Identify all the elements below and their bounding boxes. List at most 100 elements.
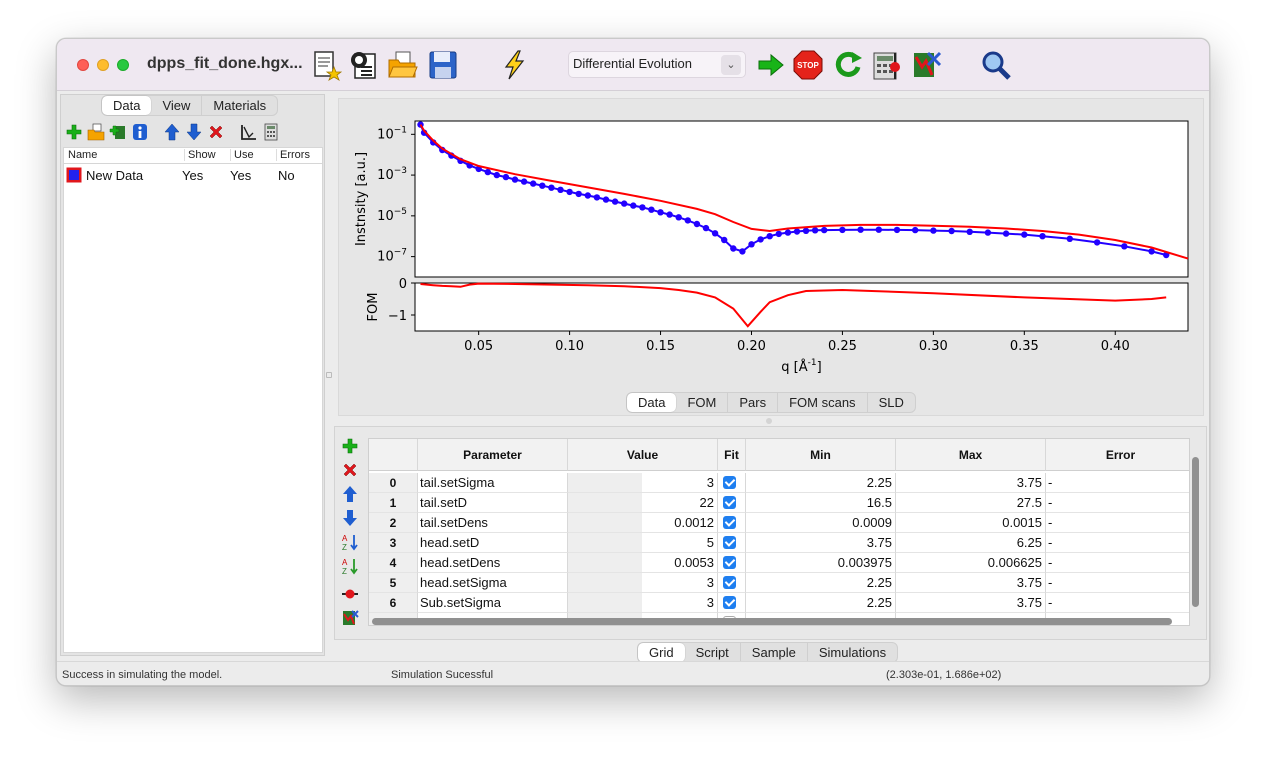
sort-by-name-icon[interactable]: AZ xyxy=(341,533,359,551)
max-cell[interactable]: 0.0015 xyxy=(896,513,1046,533)
calc-error-icon[interactable] xyxy=(871,49,903,81)
column-show[interactable]: Show xyxy=(184,149,216,161)
error-cell[interactable]: - xyxy=(1046,473,1189,493)
sort-by-object-icon[interactable]: AZ xyxy=(341,557,359,575)
analyze-fit-icon[interactable] xyxy=(910,49,942,81)
stop-fit-icon[interactable]: STOP xyxy=(792,49,824,81)
row-index[interactable]: 3 xyxy=(369,533,418,553)
header-value[interactable]: Value xyxy=(568,439,718,471)
min-cell[interactable]: 16.5 xyxy=(746,493,896,513)
value-cell[interactable]: 3 xyxy=(568,593,718,613)
parameter-cell[interactable]: tail.setSigma xyxy=(418,473,568,493)
table-row[interactable]: 6 Sub.setSigma 3 2.25 3.75- xyxy=(369,593,1189,613)
tab-plot-fom-scans[interactable]: FOM scans xyxy=(778,393,868,412)
scan-parameter-icon[interactable] xyxy=(341,585,359,603)
tab-data[interactable]: Data xyxy=(102,96,152,115)
fit-analysis-icon[interactable] xyxy=(341,609,359,627)
min-cell[interactable]: 0.0009 xyxy=(746,513,896,533)
vertical-scrollbar[interactable] xyxy=(1192,457,1199,607)
algorithm-select[interactable]: Differential Evolution ⌄ xyxy=(568,51,746,78)
error-cell[interactable]: - xyxy=(1046,553,1189,573)
header-min[interactable]: Min xyxy=(746,439,896,471)
start-fit-icon[interactable] xyxy=(755,49,787,81)
tab-sample[interactable]: Sample xyxy=(741,643,808,662)
min-cell[interactable]: 0.003975 xyxy=(746,553,896,573)
plot-settings-icon[interactable] xyxy=(240,123,258,141)
table-row[interactable]: 2 tail.setDens 0.0012 0.0009 0.0015- xyxy=(369,513,1189,533)
max-cell[interactable]: 3.75 xyxy=(896,573,1046,593)
row-index[interactable]: 2 xyxy=(369,513,418,533)
fit-checkbox[interactable] xyxy=(718,513,746,533)
fit-checkbox[interactable] xyxy=(718,573,746,593)
max-cell[interactable]: 3.75 xyxy=(896,473,1046,493)
minimize-window-button[interactable] xyxy=(97,59,109,71)
tab-plot-pars[interactable]: Pars xyxy=(728,393,779,412)
calculator-icon[interactable] xyxy=(262,123,280,141)
column-name[interactable]: Name xyxy=(68,149,97,161)
min-cell[interactable]: 2.25 xyxy=(746,593,896,613)
value-cell[interactable]: 0.0012 xyxy=(568,513,718,533)
import-data-icon[interactable] xyxy=(87,123,105,141)
table-row[interactable]: 5 head.setSigma 3 2.25 3.75- xyxy=(369,573,1189,593)
horizontal-scrollbar[interactable] xyxy=(372,618,1172,625)
min-cell[interactable]: 2.25 xyxy=(746,573,896,593)
header-error[interactable]: Error xyxy=(1046,439,1189,471)
tab-script[interactable]: Script xyxy=(685,643,741,662)
data-info-icon[interactable] xyxy=(131,123,149,141)
delete-data-icon[interactable] xyxy=(207,123,225,141)
panel-splitter[interactable] xyxy=(325,94,333,656)
max-cell[interactable]: 0.006625 xyxy=(896,553,1046,573)
max-cell[interactable]: 27.5 xyxy=(896,493,1046,513)
value-cell[interactable]: 0.0053 xyxy=(568,553,718,573)
fit-checkbox[interactable] xyxy=(718,493,746,513)
column-errors[interactable]: Errors xyxy=(276,149,310,161)
move-parameter-up-icon[interactable] xyxy=(341,485,359,503)
data-errors[interactable]: No xyxy=(278,168,295,183)
header-fit[interactable]: Fit xyxy=(718,439,746,471)
data-use[interactable]: Yes xyxy=(230,168,251,183)
value-cell[interactable]: 5 xyxy=(568,533,718,553)
close-window-button[interactable] xyxy=(77,59,89,71)
error-cell[interactable]: - xyxy=(1046,573,1189,593)
fit-checkbox[interactable] xyxy=(718,533,746,553)
delete-parameter-icon[interactable] xyxy=(341,461,359,479)
table-row[interactable]: 3 head.setD 5 3.75 6.25- xyxy=(369,533,1189,553)
tab-view[interactable]: View xyxy=(151,96,203,115)
max-cell[interactable]: 6.25 xyxy=(896,533,1046,553)
restart-fit-icon[interactable] xyxy=(832,49,864,81)
min-cell[interactable]: 3.75 xyxy=(746,533,896,553)
max-cell[interactable]: 3.75 xyxy=(896,593,1046,613)
table-row[interactable]: 0 tail.setSigma 3 2.25 3.75- xyxy=(369,473,1189,493)
simulate-icon[interactable] xyxy=(498,49,530,81)
move-down-icon[interactable] xyxy=(185,123,203,141)
row-index[interactable]: 0 xyxy=(369,473,418,493)
tab-plot-data[interactable]: Data xyxy=(627,393,677,412)
row-index[interactable]: 6 xyxy=(369,593,418,613)
new-model-wizard-icon[interactable] xyxy=(347,49,379,81)
row-index[interactable]: 4 xyxy=(369,553,418,573)
parameter-cell[interactable]: Sub.setSigma xyxy=(418,593,568,613)
vertical-splitter-handle[interactable] xyxy=(766,418,772,424)
error-cell[interactable]: - xyxy=(1046,593,1189,613)
add-data-icon[interactable] xyxy=(65,123,83,141)
add-parameter-icon[interactable] xyxy=(341,437,359,455)
value-cell[interactable]: 22 xyxy=(568,493,718,513)
data-list-row[interactable]: New Data Yes Yes No xyxy=(64,164,322,186)
parameter-cell[interactable]: tail.setD xyxy=(418,493,568,513)
data-show[interactable]: Yes xyxy=(182,168,203,183)
fit-checkbox[interactable] xyxy=(718,473,746,493)
table-row[interactable]: 1 tail.setD 22 16.5 27.5- xyxy=(369,493,1189,513)
parameter-cell[interactable]: head.setDens xyxy=(418,553,568,573)
fit-checkbox[interactable] xyxy=(718,553,746,573)
move-parameter-down-icon[interactable] xyxy=(341,509,359,527)
header-parameter[interactable]: Parameter xyxy=(418,439,568,471)
parameter-cell[interactable]: head.setSigma xyxy=(418,573,568,593)
parameter-cell[interactable]: tail.setDens xyxy=(418,513,568,533)
value-cell[interactable]: 3 xyxy=(568,473,718,493)
fit-checkbox[interactable] xyxy=(718,593,746,613)
tab-plot-fom[interactable]: FOM xyxy=(676,393,729,412)
parameter-cell[interactable]: head.setD xyxy=(418,533,568,553)
table-row[interactable]: 4 head.setDens 0.0053 0.003975 0.006625- xyxy=(369,553,1189,573)
error-cell[interactable]: - xyxy=(1046,513,1189,533)
column-use[interactable]: Use xyxy=(230,149,254,161)
